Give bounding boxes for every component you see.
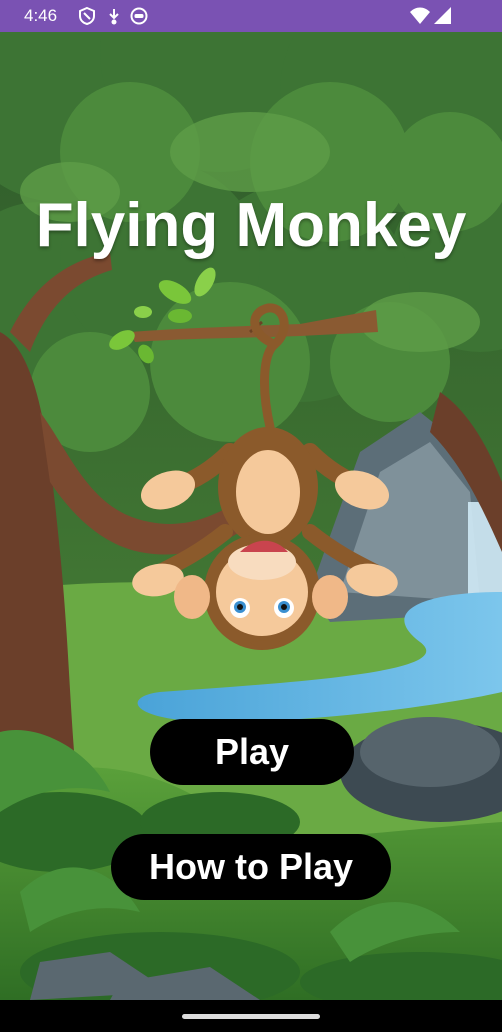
navigation-bar xyxy=(0,1000,502,1032)
face-icon xyxy=(130,7,148,25)
download-icon xyxy=(109,9,119,25)
how-to-play-button[interactable]: How to Play xyxy=(111,834,391,900)
cellular-signal-icon xyxy=(434,7,451,24)
shield-icon xyxy=(79,6,95,26)
home-gesture-handle[interactable] xyxy=(182,1014,320,1019)
game-title: Flying Monkey xyxy=(35,191,467,260)
game-screen: 4:46 Flying Monkey Play How to Play xyxy=(0,0,502,1032)
status-time: 4:46 xyxy=(24,6,58,25)
play-button[interactable]: Play xyxy=(150,719,354,785)
wifi-icon xyxy=(410,7,430,24)
status-bar: 4:46 xyxy=(0,0,502,32)
